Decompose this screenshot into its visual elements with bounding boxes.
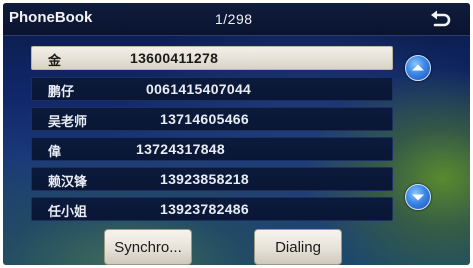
synchro-button[interactable]: Synchro... [104,229,192,265]
contact-number: 13923858218 [160,171,249,187]
scroll-down-button[interactable] [405,184,431,210]
contact-name: 鹏仔 [48,85,75,100]
contact-number: 0061415407044 [146,81,252,97]
contact-number: 13714605466 [160,111,249,127]
phonebook-screen: PhoneBook 1/298 金 13600411278 鹏仔 0061415… [3,3,470,265]
contact-number: 13923782486 [160,201,249,217]
header-bar: PhoneBook 1/298 [3,3,470,36]
contact-name: 吴老师 [48,115,88,130]
contact-list: 金 13600411278 鹏仔 0061415407044 吴老师 13714… [31,46,393,222]
chevron-down-icon [412,194,424,201]
contact-name: 偉 [48,145,62,160]
back-button[interactable] [427,7,453,31]
contact-row[interactable]: 任小姐 13923782486 [31,197,393,221]
contact-row[interactable]: 偉 13724317848 [31,137,393,161]
contact-row[interactable]: 吴老师 13714605466 [31,107,393,131]
contact-name: 金 [48,54,62,69]
contact-row[interactable]: 金 13600411278 [31,46,393,70]
app-title: PhoneBook [9,9,93,26]
contact-number: 13724317848 [136,141,225,157]
scroll-up-button[interactable] [405,55,431,81]
contact-row[interactable]: 赖汉锋 13923858218 [31,167,393,191]
contact-row[interactable]: 鹏仔 0061415407044 [31,77,393,101]
contact-number: 13600411278 [130,50,219,66]
dialing-button[interactable]: Dialing [254,229,342,265]
back-arrow-icon [431,10,451,27]
contact-name: 赖汉锋 [48,175,88,190]
contact-name: 任小姐 [48,205,88,220]
chevron-up-icon [412,64,424,71]
page-counter: 1/298 [215,11,253,27]
